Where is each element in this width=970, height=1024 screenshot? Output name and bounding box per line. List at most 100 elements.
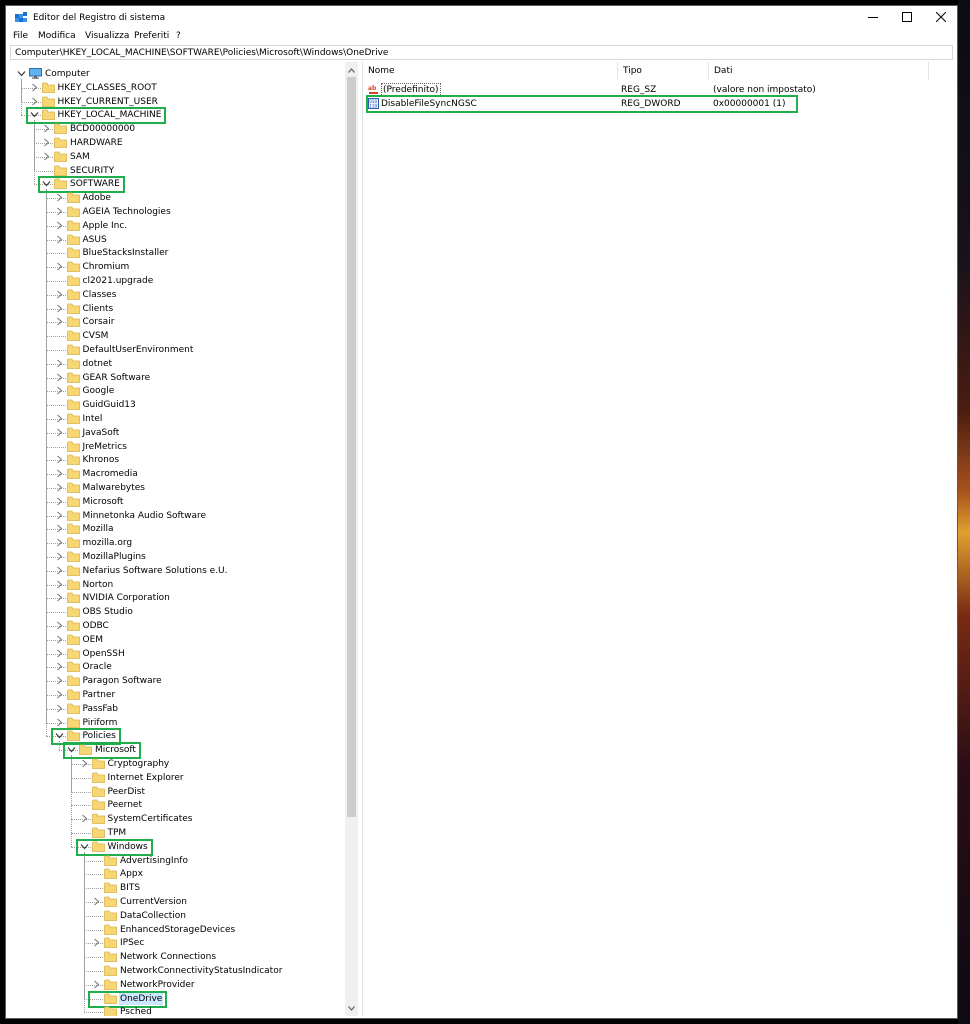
tree-item-peernet[interactable]: Peernet [10, 798, 348, 812]
tree-item-bits[interactable]: BITS [10, 881, 348, 895]
tree-item-macromedia[interactable]: Macromedia [10, 467, 348, 481]
tree-item-bcd00000000[interactable]: BCD00000000 [10, 122, 348, 136]
values-list[interactable]: Nome Tipo Dati ab (Predefinito) REG_SZ (val… [362, 62, 953, 1016]
tree-item-enhancedstoragedevices[interactable]: EnhancedStorageDevices [10, 923, 348, 937]
value-row[interactable]: ab (Predefinito) REG_SZ (valore non imposta… [363, 83, 933, 97]
tree-item-openssh[interactable]: OpenSSH [10, 647, 348, 661]
tree-item-currentversion[interactable]: CurrentVersion [10, 895, 348, 909]
chevron-right-icon[interactable] [80, 812, 90, 826]
chevron-right-icon[interactable] [55, 426, 65, 440]
tree-item-psched[interactable]: Psched [10, 1005, 348, 1016]
tree-item-piriform[interactable]: Piriform [10, 716, 348, 730]
chevron-right-icon[interactable] [55, 205, 65, 219]
tree-item-norton[interactable]: Norton [10, 578, 348, 592]
column-header-nome[interactable]: Nome [363, 62, 618, 80]
scroll-down-arrow-icon[interactable] [345, 1002, 358, 1014]
chevron-right-icon[interactable] [55, 619, 65, 633]
chevron-right-icon[interactable] [55, 647, 65, 661]
chevron-right-icon[interactable] [92, 936, 102, 950]
chevron-right-icon[interactable] [42, 150, 52, 164]
chevron-right-icon[interactable] [55, 702, 65, 716]
chevron-right-icon[interactable] [55, 453, 65, 467]
address-path[interactable]: Computer\HKEY_LOCAL_MACHINE\SOFTWARE\Pol… [15, 47, 388, 59]
tree-item-cvsm[interactable]: CVSM [10, 329, 348, 343]
menu-modifica[interactable]: Modifica [37, 30, 77, 42]
chevron-down-icon[interactable] [80, 840, 90, 854]
chevron-right-icon[interactable] [55, 660, 65, 674]
maximize-button[interactable] [890, 6, 924, 28]
chevron-right-icon[interactable] [55, 716, 65, 730]
tree-item-guidguid13[interactable]: GuidGuid13 [10, 398, 348, 412]
tree-item-computer[interactable]: Computer [10, 67, 348, 81]
tree-item-intel[interactable]: Intel [10, 412, 348, 426]
tree-item-apple-inc[interactable]: Apple Inc. [10, 219, 348, 233]
tree-item-internet-explorer[interactable]: Internet Explorer [10, 771, 348, 785]
column-header-dati[interactable]: Dati [709, 62, 929, 80]
tree-item-odbc[interactable]: ODBC [10, 619, 348, 633]
tree-item-sam[interactable]: SAM [10, 150, 348, 164]
tree-item-hardware[interactable]: HARDWARE [10, 136, 348, 150]
tree-item-paragon-software[interactable]: Paragon Software [10, 674, 348, 688]
chevron-right-icon[interactable] [55, 522, 65, 536]
tree-item-nefarius-software-solutions-e-u[interactable]: Nefarius Software Solutions e.U. [10, 564, 348, 578]
tree-item-ageia-technologies[interactable]: AGEIA Technologies [10, 205, 348, 219]
chevron-right-icon[interactable] [42, 136, 52, 150]
chevron-right-icon[interactable] [55, 219, 65, 233]
chevron-down-icon[interactable] [42, 177, 52, 191]
tree-scrollbar-thumb[interactable] [347, 77, 356, 817]
chevron-right-icon[interactable] [55, 633, 65, 647]
menu-file[interactable]: File [12, 30, 29, 42]
chevron-right-icon[interactable] [30, 81, 40, 95]
tree-item-networkconnectivitystatusindicator[interactable]: NetworkConnectivityStatusIndicator [10, 964, 348, 978]
tree-item-defaultuserenvironment[interactable]: DefaultUserEnvironment [10, 343, 348, 357]
scroll-up-arrow-icon[interactable] [345, 64, 358, 76]
tree-item-microsoft[interactable]: Microsoft [10, 743, 348, 757]
chevron-right-icon[interactable] [55, 564, 65, 578]
chevron-right-icon[interactable] [55, 315, 65, 329]
chevron-right-icon[interactable] [55, 467, 65, 481]
chevron-right-icon[interactable] [55, 288, 65, 302]
tree-item-mozillaplugins[interactable]: MozillaPlugins [10, 550, 348, 564]
tree-item-security[interactable]: SECURITY [10, 164, 348, 178]
tree-item-bluestacksinstaller[interactable]: BlueStacksInstaller [10, 246, 348, 260]
column-header-tipo[interactable]: Tipo [618, 62, 709, 80]
tree-item-hkey-current-user[interactable]: HKEY_CURRENT_USER [10, 95, 348, 109]
chevron-down-icon[interactable] [55, 729, 65, 743]
chevron-right-icon[interactable] [55, 481, 65, 495]
chevron-down-icon[interactable] [17, 67, 27, 81]
chevron-right-icon[interactable] [55, 233, 65, 247]
chevron-right-icon[interactable] [92, 978, 102, 992]
tree-item-peerdist[interactable]: PeerDist [10, 785, 348, 799]
chevron-down-icon[interactable] [67, 743, 77, 757]
chevron-right-icon[interactable] [55, 412, 65, 426]
chevron-right-icon[interactable] [92, 895, 102, 909]
tree-item-networkprovider[interactable]: NetworkProvider [10, 978, 348, 992]
tree-item-hkey-classes-root[interactable]: HKEY_CLASSES_ROOT [10, 81, 348, 95]
tree-item-tpm[interactable]: TPM [10, 826, 348, 840]
tree-item-cl2021-upgrade[interactable]: cl2021.upgrade [10, 274, 348, 288]
chevron-right-icon[interactable] [55, 191, 65, 205]
chevron-right-icon[interactable] [55, 371, 65, 385]
chevron-right-icon[interactable] [55, 688, 65, 702]
tree-item-clients[interactable]: Clients [10, 302, 348, 316]
registry-tree[interactable]: Computer HKEY_CLASSES_ROOT HKEY_CURRENT_US… [10, 62, 348, 1016]
chevron-right-icon[interactable] [55, 509, 65, 523]
tree-item-dotnet[interactable]: dotnet [10, 357, 348, 371]
chevron-right-icon[interactable] [55, 674, 65, 688]
tree-item-onedrive[interactable]: OneDrive [10, 992, 348, 1006]
tree-item-javasoft[interactable]: JavaSoft [10, 426, 348, 440]
chevron-right-icon[interactable] [80, 757, 90, 771]
tree-item-asus[interactable]: ASUS [10, 233, 348, 247]
tree-item-windows[interactable]: Windows [10, 840, 348, 854]
chevron-right-icon[interactable] [55, 591, 65, 605]
chevron-right-icon[interactable] [30, 95, 40, 109]
tree-item-oem[interactable]: OEM [10, 633, 348, 647]
title-bar[interactable]: Editor del Registro di sistema [6, 6, 957, 28]
minimize-button[interactable] [856, 6, 890, 28]
tree-item-appx[interactable]: Appx [10, 867, 348, 881]
tree-item-malwarebytes[interactable]: Malwarebytes [10, 481, 348, 495]
chevron-down-icon[interactable] [30, 108, 40, 122]
close-button[interactable] [924, 6, 957, 28]
address-bar[interactable]: Computer\HKEY_LOCAL_MACHINE\SOFTWARE\Pol… [10, 45, 953, 60]
value-row[interactable]: 010 110 DisableFileSyncNGSC REG_DWORD 0x0000… [363, 97, 933, 111]
